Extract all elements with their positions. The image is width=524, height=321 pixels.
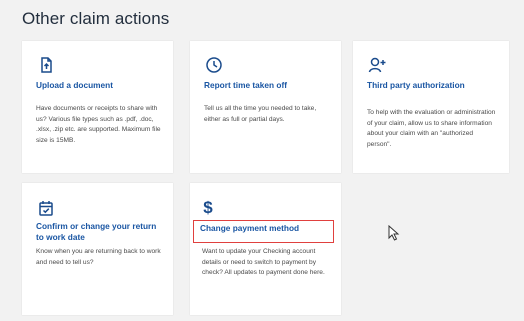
card-title[interactable]: Upload a document <box>36 80 165 91</box>
card-upload-document[interactable]: Upload a document Have documents or rece… <box>22 41 173 173</box>
card-title[interactable]: Third party authorization <box>367 80 501 91</box>
card-description: Have documents or receipts to share with… <box>36 105 161 144</box>
clock-icon <box>204 55 224 75</box>
card-description: Tell us all the time you needed to take,… <box>204 105 317 123</box>
card-description: To help with the evaluation or administr… <box>367 109 496 148</box>
card-third-party-authorization[interactable]: Third party authorization To help with t… <box>353 41 509 173</box>
card-title[interactable]: Confirm or change your return to work da… <box>36 221 165 243</box>
card-description: Know when you are returning back to work… <box>36 248 161 266</box>
mouse-cursor-icon <box>388 225 400 241</box>
section-title: Other claim actions <box>22 9 170 28</box>
card-report-time-off[interactable]: Report time taken off Tell us all the ti… <box>190 41 341 173</box>
dollar-icon: $ <box>203 198 213 217</box>
add-person-icon <box>367 55 387 75</box>
highlight-box <box>193 220 334 243</box>
card-title[interactable]: Report time taken off <box>204 80 333 91</box>
card-description: Want to update your Checking account det… <box>202 248 325 276</box>
card-return-to-work[interactable]: Confirm or change your return to work da… <box>22 183 173 315</box>
file-upload-icon <box>36 55 56 75</box>
card-change-payment-method[interactable]: $ Change payment method Want to update y… <box>190 183 341 315</box>
calendar-check-icon <box>36 198 56 218</box>
